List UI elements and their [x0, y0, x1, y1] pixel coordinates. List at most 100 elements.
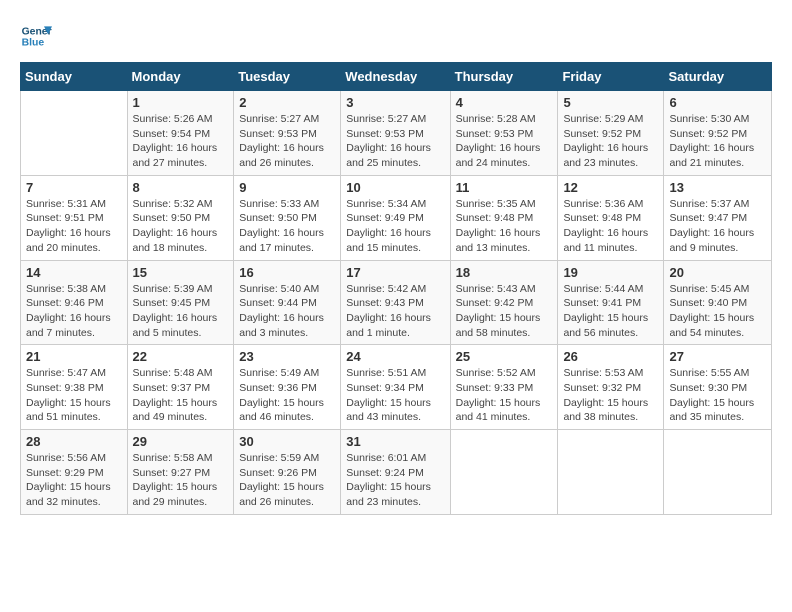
calendar-cell: 15 Sunrise: 5:39 AM Sunset: 9:45 PM Dayli…	[127, 260, 234, 345]
calendar-cell	[21, 91, 128, 176]
day-number: 1	[133, 95, 229, 110]
day-number: 31	[346, 434, 444, 449]
day-number: 13	[669, 180, 766, 195]
day-number: 24	[346, 349, 444, 364]
day-info: Sunrise: 5:45 AM Sunset: 9:40 PM Dayligh…	[669, 282, 766, 341]
day-number: 20	[669, 265, 766, 280]
day-info: Sunrise: 5:40 AM Sunset: 9:44 PM Dayligh…	[239, 282, 335, 341]
day-number: 27	[669, 349, 766, 364]
day-info: Sunrise: 5:29 AM Sunset: 9:52 PM Dayligh…	[563, 112, 658, 171]
day-info: Sunrise: 5:44 AM Sunset: 9:41 PM Dayligh…	[563, 282, 658, 341]
day-info: Sunrise: 5:53 AM Sunset: 9:32 PM Dayligh…	[563, 366, 658, 425]
day-number: 12	[563, 180, 658, 195]
day-info: Sunrise: 5:32 AM Sunset: 9:50 PM Dayligh…	[133, 197, 229, 256]
day-number: 10	[346, 180, 444, 195]
day-number: 4	[456, 95, 553, 110]
day-info: Sunrise: 5:56 AM Sunset: 9:29 PM Dayligh…	[26, 451, 122, 510]
day-info: Sunrise: 5:33 AM Sunset: 9:50 PM Dayligh…	[239, 197, 335, 256]
day-info: Sunrise: 5:42 AM Sunset: 9:43 PM Dayligh…	[346, 282, 444, 341]
calendar-cell: 12 Sunrise: 5:36 AM Sunset: 9:48 PM Dayli…	[558, 175, 664, 260]
logo: General Blue	[20, 20, 56, 52]
calendar-cell: 3 Sunrise: 5:27 AM Sunset: 9:53 PM Daylig…	[341, 91, 450, 176]
header-friday: Friday	[558, 63, 664, 91]
day-info: Sunrise: 5:30 AM Sunset: 9:52 PM Dayligh…	[669, 112, 766, 171]
day-number: 3	[346, 95, 444, 110]
calendar-week-row: 7 Sunrise: 5:31 AM Sunset: 9:51 PM Daylig…	[21, 175, 772, 260]
day-number: 23	[239, 349, 335, 364]
day-info: Sunrise: 5:36 AM Sunset: 9:48 PM Dayligh…	[563, 197, 658, 256]
calendar-cell: 28 Sunrise: 5:56 AM Sunset: 9:29 PM Dayli…	[21, 430, 128, 515]
day-info: Sunrise: 5:28 AM Sunset: 9:53 PM Dayligh…	[456, 112, 553, 171]
day-number: 2	[239, 95, 335, 110]
day-info: Sunrise: 5:52 AM Sunset: 9:33 PM Dayligh…	[456, 366, 553, 425]
header-saturday: Saturday	[664, 63, 772, 91]
calendar-cell: 22Sunrise: 5:48 AM Sunset: 9:37 PM Dayli…	[127, 345, 234, 430]
calendar-cell: 19 Sunrise: 5:44 AM Sunset: 9:41 PM Dayli…	[558, 260, 664, 345]
day-number: 7	[26, 180, 122, 195]
calendar-cell: 23 Sunrise: 5:49 AM Sunset: 9:36 PM Dayli…	[234, 345, 341, 430]
day-info: Sunrise: 5:55 AM Sunset: 9:30 PM Dayligh…	[669, 366, 766, 425]
page-header: General Blue	[20, 20, 772, 52]
calendar-cell: 13 Sunrise: 5:37 AM Sunset: 9:47 PM Dayli…	[664, 175, 772, 260]
calendar-cell: 24Sunrise: 5:51 AM Sunset: 9:34 PM Dayli…	[341, 345, 450, 430]
day-info: Sunrise: 5:27 AM Sunset: 9:53 PM Dayligh…	[346, 112, 444, 171]
calendar-cell: 30Sunrise: 5:59 AM Sunset: 9:26 PM Dayli…	[234, 430, 341, 515]
calendar-table: SundayMondayTuesdayWednesdayThursdayFrid…	[20, 62, 772, 515]
day-number: 11	[456, 180, 553, 195]
calendar-header-row: SundayMondayTuesdayWednesdayThursdayFrid…	[21, 63, 772, 91]
calendar-cell: 31Sunrise: 6:01 AM Sunset: 9:24 PM Dayli…	[341, 430, 450, 515]
logo-icon: General Blue	[20, 20, 52, 52]
day-info: Sunrise: 5:39 AM Sunset: 9:45 PM Dayligh…	[133, 282, 229, 341]
day-number: 29	[133, 434, 229, 449]
day-info: Sunrise: 5:34 AM Sunset: 9:49 PM Dayligh…	[346, 197, 444, 256]
calendar-cell: 10 Sunrise: 5:34 AM Sunset: 9:49 PM Dayli…	[341, 175, 450, 260]
header-monday: Monday	[127, 63, 234, 91]
calendar-cell: 26Sunrise: 5:53 AM Sunset: 9:32 PM Dayli…	[558, 345, 664, 430]
day-number: 16	[239, 265, 335, 280]
calendar-cell: 27 Sunrise: 5:55 AM Sunset: 9:30 PM Dayli…	[664, 345, 772, 430]
calendar-cell: 17Sunrise: 5:42 AM Sunset: 9:43 PM Dayli…	[341, 260, 450, 345]
header-tuesday: Tuesday	[234, 63, 341, 91]
calendar-week-row: 21 Sunrise: 5:47 AM Sunset: 9:38 PM Dayli…	[21, 345, 772, 430]
calendar-cell: 20 Sunrise: 5:45 AM Sunset: 9:40 PM Dayli…	[664, 260, 772, 345]
day-info: Sunrise: 5:49 AM Sunset: 9:36 PM Dayligh…	[239, 366, 335, 425]
header-thursday: Thursday	[450, 63, 558, 91]
calendar-cell: 5 Sunrise: 5:29 AM Sunset: 9:52 PM Daylig…	[558, 91, 664, 176]
day-number: 9	[239, 180, 335, 195]
calendar-cell: 7 Sunrise: 5:31 AM Sunset: 9:51 PM Daylig…	[21, 175, 128, 260]
calendar-cell: 1 Sunrise: 5:26 AM Sunset: 9:54 PM Daylig…	[127, 91, 234, 176]
day-number: 21	[26, 349, 122, 364]
day-number: 15	[133, 265, 229, 280]
day-info: Sunrise: 5:47 AM Sunset: 9:38 PM Dayligh…	[26, 366, 122, 425]
calendar-cell: 9 Sunrise: 5:33 AM Sunset: 9:50 PM Daylig…	[234, 175, 341, 260]
calendar-cell	[664, 430, 772, 515]
calendar-cell: 2Sunrise: 5:27 AM Sunset: 9:53 PM Daylig…	[234, 91, 341, 176]
day-info: Sunrise: 5:35 AM Sunset: 9:48 PM Dayligh…	[456, 197, 553, 256]
calendar-week-row: 28 Sunrise: 5:56 AM Sunset: 9:29 PM Dayli…	[21, 430, 772, 515]
calendar-cell: 11 Sunrise: 5:35 AM Sunset: 9:48 PM Dayli…	[450, 175, 558, 260]
calendar-cell: 18Sunrise: 5:43 AM Sunset: 9:42 PM Dayli…	[450, 260, 558, 345]
calendar-cell	[450, 430, 558, 515]
day-info: Sunrise: 5:31 AM Sunset: 9:51 PM Dayligh…	[26, 197, 122, 256]
day-info: Sunrise: 5:26 AM Sunset: 9:54 PM Dayligh…	[133, 112, 229, 171]
calendar-cell	[558, 430, 664, 515]
day-info: Sunrise: 5:38 AM Sunset: 9:46 PM Dayligh…	[26, 282, 122, 341]
calendar-cell: 4 Sunrise: 5:28 AM Sunset: 9:53 PM Daylig…	[450, 91, 558, 176]
calendar-cell: 6 Sunrise: 5:30 AM Sunset: 9:52 PM Daylig…	[664, 91, 772, 176]
day-number: 28	[26, 434, 122, 449]
day-number: 5	[563, 95, 658, 110]
day-info: Sunrise: 5:37 AM Sunset: 9:47 PM Dayligh…	[669, 197, 766, 256]
calendar-cell: 8 Sunrise: 5:32 AM Sunset: 9:50 PM Daylig…	[127, 175, 234, 260]
calendar-cell: 16 Sunrise: 5:40 AM Sunset: 9:44 PM Dayli…	[234, 260, 341, 345]
svg-text:Blue: Blue	[22, 38, 45, 49]
day-number: 8	[133, 180, 229, 195]
calendar-cell: 21 Sunrise: 5:47 AM Sunset: 9:38 PM Dayli…	[21, 345, 128, 430]
day-info: Sunrise: 5:58 AM Sunset: 9:27 PM Dayligh…	[133, 451, 229, 510]
day-number: 19	[563, 265, 658, 280]
calendar-week-row: 14Sunrise: 5:38 AM Sunset: 9:46 PM Dayli…	[21, 260, 772, 345]
day-number: 25	[456, 349, 553, 364]
calendar-cell: 25 Sunrise: 5:52 AM Sunset: 9:33 PM Dayli…	[450, 345, 558, 430]
calendar-cell: 14Sunrise: 5:38 AM Sunset: 9:46 PM Dayli…	[21, 260, 128, 345]
day-number: 6	[669, 95, 766, 110]
day-number: 22	[133, 349, 229, 364]
